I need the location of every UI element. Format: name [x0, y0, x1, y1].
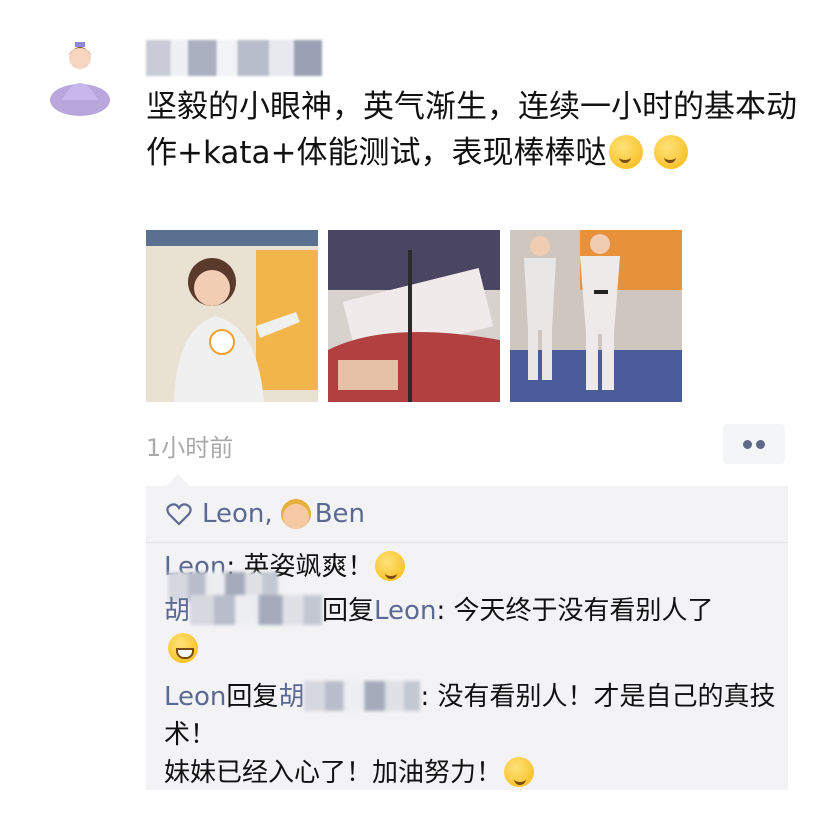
emoji-icon: [654, 135, 689, 169]
redacted-name: [304, 681, 421, 711]
reply-to[interactable]: 胡: [278, 682, 304, 712]
comment-item[interactable]: 胡 回复Leon: 今天终于没有看别人了: [164, 592, 778, 668]
emoji-icon: [608, 135, 643, 169]
comment-author[interactable]: 胡: [164, 596, 190, 626]
comment-separator: :: [436, 596, 454, 626]
comment-separator: :: [420, 682, 438, 712]
likes-row: Leon, Ben: [146, 486, 788, 543]
more-actions-button[interactable]: [723, 424, 785, 464]
post-text: 坚毅的小眼神，英气渐生，连续一小时的基本动作+kata+体能测试，表现棒棒哒: [146, 84, 806, 176]
photo-thumbnail[interactable]: [328, 230, 500, 402]
photo-grid: [146, 230, 682, 402]
like-name[interactable]: Leon,: [202, 499, 273, 529]
emoji-icon: [375, 551, 406, 581]
heart-icon: [166, 503, 192, 526]
emoji-icon: [504, 757, 535, 787]
post-timestamp: 1小时前: [146, 434, 234, 462]
author-name-redacted[interactable]: [146, 40, 322, 76]
redacted-name: [190, 595, 323, 625]
emoji-icon: [168, 633, 198, 663]
more-dots-icon: [756, 440, 765, 449]
reply-to[interactable]: Leon: [374, 596, 436, 626]
comment-area: Leon, Ben Leon: 英姿飒爽！ 胡回复Leon: 今天终于没有看别人…: [146, 474, 788, 792]
post-body: 坚毅的小眼神，英气渐生，连续一小时的基本动作+kata+体能测试，表现棒棒哒: [146, 89, 797, 171]
user-avatar-icon: [280, 499, 311, 529]
reply-label: 回复: [226, 682, 279, 712]
author-avatar[interactable]: [44, 30, 116, 118]
photo-thumbnail[interactable]: [146, 230, 318, 402]
comment-text: 今天终于没有看别人了: [453, 596, 714, 626]
comment-author[interactable]: Leon: [164, 682, 226, 712]
photo-thumbnail[interactable]: [510, 230, 682, 402]
like-name[interactable]: Ben: [315, 499, 365, 529]
more-dots-icon: [743, 440, 752, 449]
comment-item[interactable]: Leon回复胡: 没有看别人！才是自己的真技术！ 妹妹已经入心了！加油努力！: [164, 678, 778, 792]
reply-label: 回复: [322, 596, 375, 626]
